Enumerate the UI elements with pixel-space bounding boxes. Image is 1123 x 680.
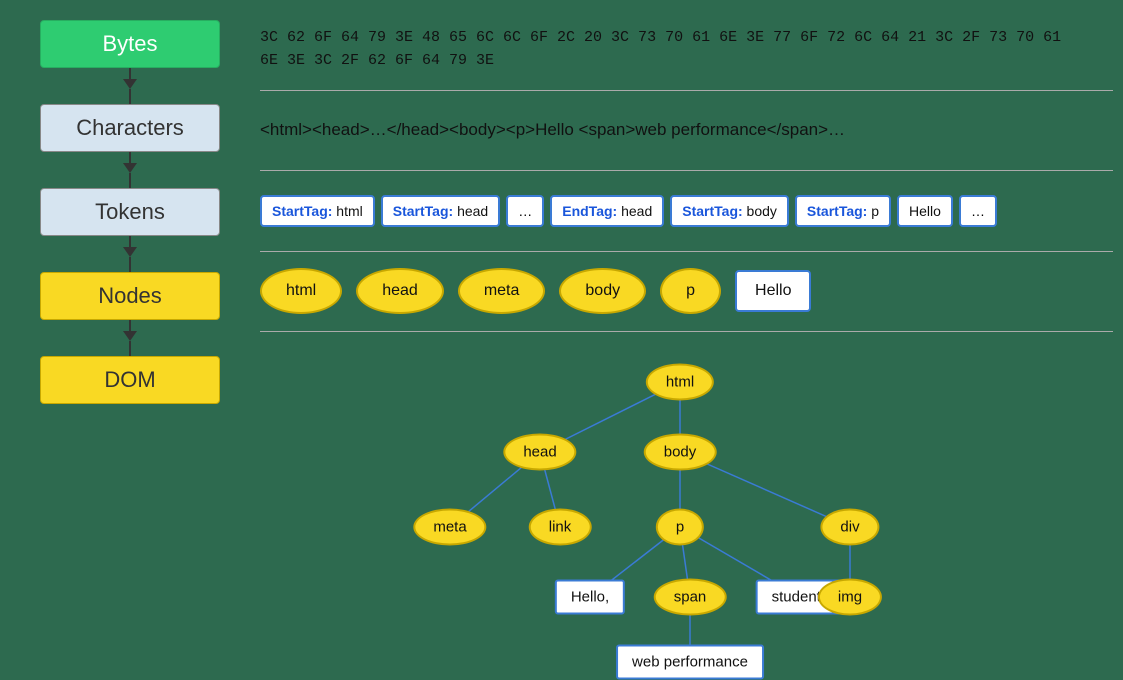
- nodes-container: html head meta body p Hello: [260, 268, 811, 314]
- characters-box: Characters: [40, 104, 220, 152]
- node-head: head: [356, 268, 444, 314]
- characters-section: <html><head>…</head><body><p>Hello <span…: [260, 91, 1113, 172]
- tree-html: html: [646, 364, 714, 401]
- arrow-nodes-to-dom: [123, 320, 137, 356]
- bytes-label: Bytes: [102, 31, 157, 56]
- tree-div: div: [820, 509, 879, 546]
- main-container: Bytes Characters Tokens Nodes DO: [0, 0, 1123, 622]
- node-meta: meta: [458, 268, 546, 314]
- token-start-html: StartTag: html: [260, 195, 375, 227]
- token-start-head: StartTag: head: [381, 195, 500, 227]
- node-body: body: [559, 268, 646, 314]
- arrow-characters-to-tokens: [123, 152, 137, 188]
- tree-meta: meta: [413, 509, 486, 546]
- dom-box: DOM: [40, 356, 220, 404]
- dom-label: DOM: [104, 367, 155, 392]
- bytes-box: Bytes: [40, 20, 220, 68]
- tree-webperf: web performance: [616, 645, 764, 680]
- tree-img: img: [818, 579, 882, 616]
- token-ellipsis-2: …: [959, 195, 997, 227]
- tree-hello: Hello,: [555, 580, 625, 615]
- bytes-section: 3C 62 6F 64 79 3E 48 65 6C 6C 6F 2C 20 3…: [260, 10, 1113, 91]
- tokens-section: StartTag: html StartTag: head … EndTag: …: [260, 171, 1113, 252]
- node-p: p: [660, 268, 721, 314]
- tokens-container: StartTag: html StartTag: head … EndTag: …: [260, 195, 997, 227]
- arrow-bytes-to-characters: [123, 68, 137, 104]
- tree-link: link: [529, 509, 592, 546]
- token-hello: Hello: [897, 195, 953, 227]
- nodes-section: html head meta body p Hello: [260, 252, 1113, 333]
- characters-label: Characters: [76, 115, 184, 140]
- tree-p: p: [656, 509, 704, 546]
- token-start-body: StartTag: body: [670, 195, 789, 227]
- dom-tree: html head body meta link p div: [260, 342, 1113, 602]
- arrow-tokens-to-nodes: [123, 236, 137, 272]
- bytes-content: 3C 62 6F 64 79 3E 48 65 6C 6C 6F 2C 20 3…: [260, 27, 1061, 72]
- dom-section: html head body meta link p div: [260, 332, 1113, 612]
- tree-span: span: [654, 579, 727, 616]
- token-start-p: StartTag: p: [795, 195, 891, 227]
- tree-body: body: [644, 434, 717, 471]
- tree-head: head: [503, 434, 576, 471]
- characters-text: <html><head>…</head><body><p>Hello <span…: [260, 120, 845, 139]
- token-end-head: EndTag: head: [550, 195, 664, 227]
- bytes-line1: 3C 62 6F 64 79 3E 48 65 6C 6C 6F 2C 20 3…: [260, 29, 1061, 46]
- bytes-line2: 6E 3E 3C 2F 62 6F 64 79 3E: [260, 52, 494, 69]
- token-ellipsis-1: …: [506, 195, 544, 227]
- nodes-label: Nodes: [98, 283, 162, 308]
- pipeline-column: Bytes Characters Tokens Nodes DO: [10, 10, 250, 612]
- tokens-label: Tokens: [95, 199, 165, 224]
- characters-content: <html><head>…</head><body><p>Hello <span…: [260, 120, 845, 140]
- tokens-box: Tokens: [40, 188, 220, 236]
- nodes-box: Nodes: [40, 272, 220, 320]
- node-hello-text: Hello: [735, 270, 811, 312]
- node-html: html: [260, 268, 342, 314]
- content-column: 3C 62 6F 64 79 3E 48 65 6C 6C 6F 2C 20 3…: [250, 10, 1113, 612]
